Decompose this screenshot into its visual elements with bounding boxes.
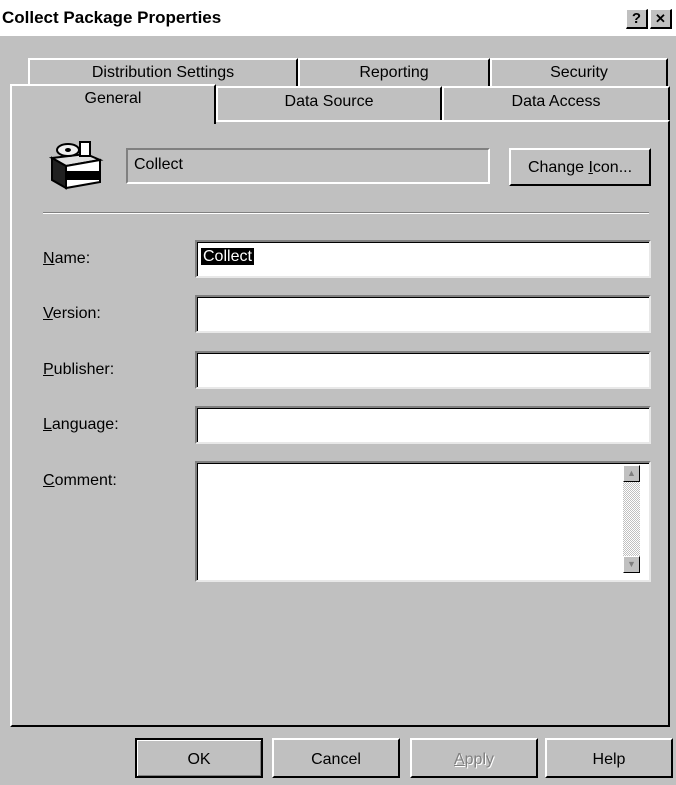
cancel-label: Cancel bbox=[311, 751, 361, 768]
scroll-down-icon[interactable]: ▼ bbox=[623, 556, 640, 573]
separator-line-highlight bbox=[43, 213, 649, 214]
tab-data-source[interactable]: Data Source bbox=[216, 86, 442, 120]
comment-label-mnemonic: C bbox=[43, 472, 55, 489]
help-label: Help bbox=[592, 751, 626, 768]
name-label: Name: bbox=[43, 250, 90, 268]
change-icon-label-post: con... bbox=[592, 159, 633, 176]
comment-scrollbar-track[interactable] bbox=[623, 482, 640, 556]
window-title: Collect Package Properties bbox=[2, 8, 222, 27]
language-label-text: anguage: bbox=[51, 416, 119, 433]
language-label-mnemonic: L bbox=[43, 416, 52, 433]
comment-label: Comment: bbox=[43, 472, 117, 490]
version-field[interactable] bbox=[195, 295, 651, 333]
package-icon bbox=[46, 140, 106, 190]
tab-label: Reporting bbox=[359, 64, 429, 81]
ok-label: OK bbox=[187, 751, 211, 768]
tab-data-access[interactable]: Data Access bbox=[442, 86, 670, 120]
apply-label-text: pply bbox=[464, 751, 495, 768]
ok-button[interactable]: OK bbox=[135, 738, 263, 778]
tab-label: General bbox=[84, 90, 142, 107]
apply-button: Apply bbox=[410, 738, 538, 778]
name-label-mnemonic: N bbox=[43, 250, 55, 267]
help-button[interactable]: ? bbox=[626, 9, 648, 29]
name-field-value: Collect bbox=[201, 248, 254, 265]
language-field[interactable] bbox=[195, 406, 651, 444]
comment-textarea[interactable] bbox=[195, 461, 651, 582]
tab-label: Distribution Settings bbox=[91, 64, 235, 81]
tab-label: Security bbox=[550, 64, 608, 81]
version-label-text: ersion: bbox=[52, 305, 101, 322]
scroll-up-icon[interactable]: ▲ bbox=[623, 465, 640, 482]
icon-name-value: Collect bbox=[134, 156, 183, 173]
apply-label-mnemonic: A bbox=[453, 751, 465, 768]
tab-general[interactable]: General bbox=[10, 84, 216, 124]
help-dialog-button[interactable]: Help bbox=[545, 738, 673, 778]
publisher-field[interactable] bbox=[195, 351, 651, 389]
tab-label: Data Source bbox=[284, 93, 374, 110]
tab-label: Data Access bbox=[511, 93, 601, 110]
publisher-label-text: ublisher: bbox=[53, 361, 115, 378]
version-label: Version: bbox=[43, 305, 101, 323]
change-icon-button[interactable]: Change Icon... bbox=[509, 148, 651, 186]
publisher-label-mnemonic: P bbox=[43, 361, 54, 378]
version-label-mnemonic: V bbox=[43, 305, 53, 322]
name-label-text: ame: bbox=[54, 250, 91, 267]
close-button[interactable]: ✕ bbox=[650, 9, 672, 29]
title-bar: Collect Package Properties ? ✕ bbox=[0, 0, 676, 36]
comment-label-text: omment: bbox=[54, 472, 117, 489]
icon-name-box: Collect bbox=[126, 148, 490, 184]
change-icon-label-pre: Change bbox=[527, 159, 589, 176]
language-label: Language: bbox=[43, 416, 119, 434]
publisher-label: Publisher: bbox=[43, 361, 114, 379]
name-field[interactable]: Collect bbox=[195, 240, 651, 278]
cancel-button[interactable]: Cancel bbox=[272, 738, 400, 778]
